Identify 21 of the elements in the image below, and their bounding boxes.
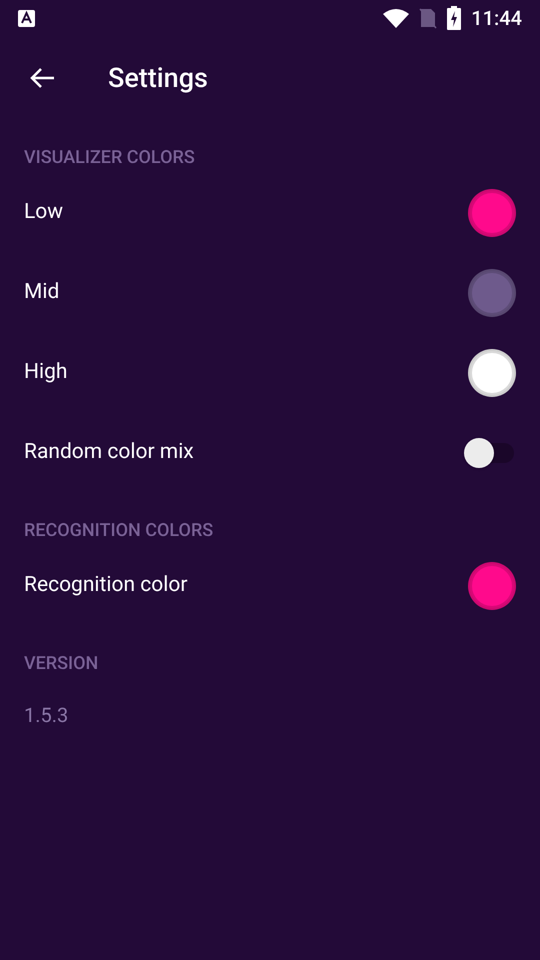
section-header: VISUALIZER COLORS: [24, 146, 195, 170]
toolbar-title: Settings: [108, 60, 208, 96]
setting-label: Random color mix: [24, 439, 194, 466]
color-swatch[interactable]: [468, 349, 516, 397]
back-arrow-icon: [29, 67, 55, 89]
wifi-icon: [383, 8, 410, 28]
version-number: 1.5.3: [24, 702, 68, 729]
toggle-switch[interactable]: [464, 438, 516, 468]
setting-label: Recognition color: [24, 572, 188, 600]
section-header: VERSION: [24, 652, 98, 676]
setting-label: Mid: [24, 279, 60, 306]
no-sim-icon: [419, 7, 438, 29]
app-notification-icon: [18, 10, 35, 26]
color-swatch[interactable]: [468, 189, 516, 237]
setting-label: High: [24, 359, 68, 386]
color-swatch[interactable]: [468, 269, 516, 317]
color-swatch[interactable]: [468, 562, 516, 610]
section-header: RECOGNITION COLORS: [24, 519, 214, 543]
setting-label: Low: [24, 199, 64, 226]
battery-charging-icon: [447, 6, 462, 30]
clock-time: 11:44: [471, 5, 522, 32]
